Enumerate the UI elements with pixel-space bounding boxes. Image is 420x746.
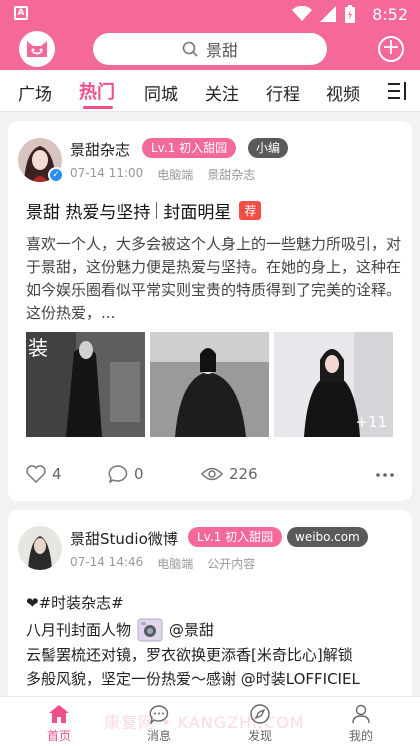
- cat-logo-icon: [27, 41, 47, 57]
- post-actions: 4 0 226: [26, 465, 394, 487]
- nav-discover[interactable]: 发现: [230, 703, 290, 744]
- battery-icon: [345, 5, 355, 23]
- recommend-tag: 荐: [239, 201, 262, 220]
- app-bar: 景甜 +: [0, 28, 420, 70]
- wifi-icon: [292, 6, 312, 21]
- nav-messages[interactable]: 消息: [129, 703, 189, 744]
- post-card[interactable]: ✓ 景甜杂志 Lv.1 初入甜园 小编 07-14 11:00 电脑端 景甜杂志…: [8, 121, 412, 501]
- app-notification-icon: A: [14, 6, 28, 20]
- user-icon: [352, 704, 370, 724]
- post-source: 公开内容: [207, 557, 256, 571]
- post-time: 07-14 11:00: [70, 166, 144, 180]
- search-box[interactable]: 景甜: [93, 33, 327, 65]
- tab-schedule[interactable]: 行程: [266, 80, 300, 105]
- image-text: 装: [28, 336, 48, 360]
- author-name[interactable]: 景甜Studio微博: [70, 528, 178, 549]
- like-button[interactable]: 4: [26, 465, 62, 483]
- author-name[interactable]: 景甜杂志: [70, 139, 130, 160]
- search-icon: [182, 41, 198, 57]
- verified-icon: ✓: [48, 167, 64, 183]
- tab-follow[interactable]: 关注: [205, 80, 239, 105]
- app-logo[interactable]: [19, 31, 55, 67]
- status-icons: [292, 5, 356, 23]
- compass-icon: [250, 704, 270, 724]
- title-divider: [156, 202, 158, 219]
- tab-video[interactable]: 视频: [326, 80, 360, 105]
- active-tab-indicator: [83, 106, 113, 109]
- post-image[interactable]: +11: [274, 332, 393, 437]
- more-images-count: +11: [355, 413, 387, 431]
- level-badge: Lv.1 初入甜园: [142, 138, 237, 158]
- post-line[interactable]: 云髻罢梳还对镜，罗衣欲换更添香[米奇比心]解锁: [26, 644, 353, 666]
- view-count: 226: [229, 465, 258, 483]
- heart-icon: [26, 465, 46, 483]
- avatar[interactable]: [18, 526, 62, 570]
- add-button[interactable]: +: [378, 36, 404, 62]
- post-line[interactable]: 多般风貌，坚定一份热爱～感谢 @时装LOFFICIEL: [26, 668, 360, 690]
- post-time: 07-14 14:46: [70, 555, 144, 569]
- clock: 8:52: [372, 5, 408, 24]
- post-device: 电脑端: [157, 557, 194, 571]
- category-tabs: 广场 热门 同城 关注 行程 视频: [0, 70, 420, 112]
- level-badge: Lv.1 初入甜园: [188, 527, 283, 547]
- like-count: 4: [52, 465, 62, 483]
- tab-menu-icon[interactable]: [388, 82, 408, 100]
- post-source: 景甜杂志: [207, 168, 256, 182]
- post-device: 电脑端: [157, 168, 194, 182]
- post-line[interactable]: 八月刊封面人物 @景甜: [26, 618, 214, 642]
- role-badge: 小编: [248, 138, 289, 158]
- status-bar: A 8:52: [0, 0, 420, 28]
- post-meta: 07-14 11:00 电脑端 景甜杂志: [70, 166, 255, 183]
- source-badge: weibo.com: [287, 527, 368, 547]
- home-icon: [49, 705, 69, 723]
- views: 226: [201, 465, 258, 483]
- post-body[interactable]: 喜欢一个人，大多会被这个人身上的一些魅力所吸引，对于景甜，这份魅力便是热爱与坚持…: [26, 233, 402, 325]
- signal-icon: [320, 6, 336, 22]
- bottom-nav: 康复网 • KANGZHI.COM 首页 消息 发现 我的: [0, 696, 420, 746]
- camera-emoji-icon: [137, 618, 163, 642]
- comment-icon: [108, 465, 128, 483]
- post-title[interactable]: 景甜 热爱与坚持 封面明星 荐: [26, 198, 262, 223]
- eye-icon: [201, 467, 223, 481]
- comment-button[interactable]: 0: [108, 465, 144, 483]
- post-card[interactable]: 景甜Studio微博 Lv.1 初入甜园 weibo.com 07-14 14:…: [8, 510, 412, 710]
- nav-home[interactable]: 首页: [29, 703, 89, 744]
- comment-count: 0: [134, 465, 144, 483]
- tab-square[interactable]: 广场: [18, 80, 52, 105]
- search-text: 景甜: [205, 41, 238, 60]
- post-meta: 07-14 14:46 电脑端 公开内容: [70, 555, 255, 572]
- more-options-icon[interactable]: [376, 473, 394, 477]
- post-image[interactable]: [150, 332, 269, 437]
- nav-profile[interactable]: 我的: [331, 703, 391, 744]
- tab-hot[interactable]: 热门: [79, 78, 115, 104]
- post-line[interactable]: ❤#时装杂志#: [26, 592, 124, 614]
- message-icon: [149, 704, 169, 724]
- tab-local[interactable]: 同城: [144, 80, 178, 105]
- post-image[interactable]: 装: [26, 332, 145, 437]
